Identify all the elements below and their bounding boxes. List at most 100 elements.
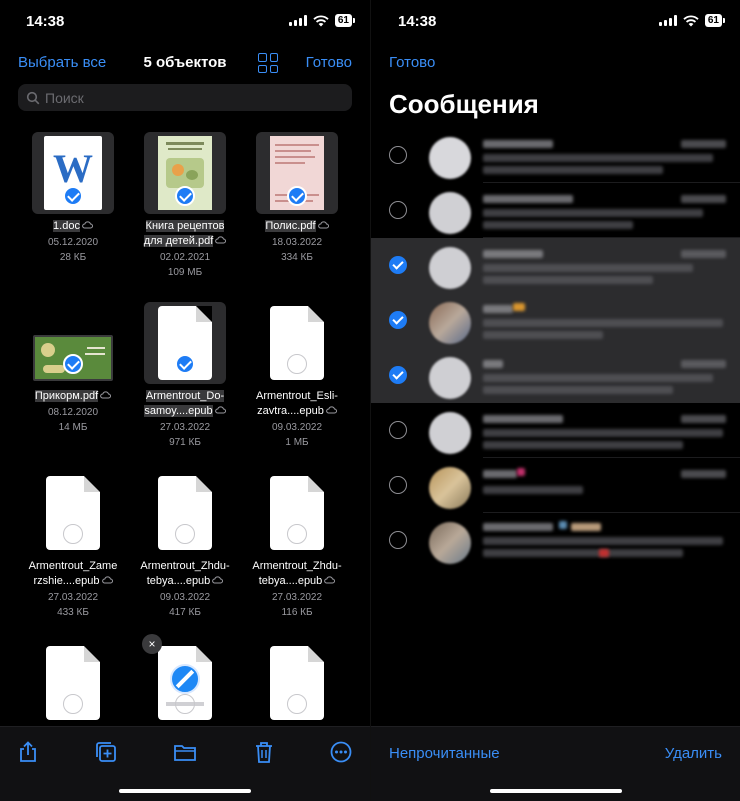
file-item[interactable]: ×: [130, 634, 240, 724]
file-size: 28 КБ: [59, 252, 87, 263]
unselected-circle-icon: [175, 524, 195, 544]
file-name-line-1: Armentrout_Zhdu-: [252, 560, 342, 572]
file-name-line-2: zavtra....epub: [257, 405, 324, 417]
avatar: [429, 522, 471, 564]
file-size: 109 МБ: [167, 267, 203, 278]
file-item[interactable]: Книга рецептов для детей.pdf 02.02.2021 1…: [130, 132, 240, 279]
conversation-row[interactable]: [371, 183, 740, 238]
file-item[interactable]: [18, 642, 128, 724]
wifi-icon: [683, 14, 699, 26]
conversation-row[interactable]: [371, 128, 740, 183]
selection-circle-icon[interactable]: [389, 531, 407, 549]
file-thumbnail: W: [32, 132, 114, 214]
unselected-circle-icon: [287, 524, 307, 544]
wifi-icon: [313, 14, 329, 26]
trash-icon[interactable]: [253, 741, 275, 763]
search-icon: [26, 91, 40, 104]
file-date: 09.03.2022: [159, 592, 211, 603]
svg-text:W: W: [53, 146, 93, 190]
selected-check-icon[interactable]: [389, 311, 407, 329]
selected-check-icon: [63, 354, 83, 374]
unselected-circle-icon: [63, 694, 83, 714]
file-name-line-2: tebya....epub: [258, 575, 323, 587]
battery-icon: 61: [334, 14, 356, 27]
file-item[interactable]: W 1.doc 05.12.2020 28 КБ: [18, 132, 128, 264]
file-thumbnail: [256, 132, 338, 214]
avatar: [429, 467, 471, 509]
file-name-line-2: tebya....epub: [146, 575, 211, 587]
file-size: 433 КБ: [57, 607, 89, 618]
cloud-download-icon: [100, 391, 112, 399]
conversation-row[interactable]: [371, 238, 740, 293]
conversation-row[interactable]: [371, 403, 740, 458]
file-date: 09.03.2022: [271, 422, 323, 433]
selection-circle-icon[interactable]: [389, 146, 407, 164]
file-name-line-1: Книга рецептов: [145, 220, 225, 232]
file-name-line-1: Armentrout_Zhdu-: [140, 560, 230, 572]
file-thumbnail: [144, 472, 226, 554]
conversation-row[interactable]: [371, 348, 740, 403]
file-name-line-1: Armentrout_Zame: [28, 560, 118, 572]
selection-circle-icon[interactable]: [389, 421, 407, 439]
status-time: 14:38: [398, 13, 437, 30]
avatar: [429, 192, 471, 234]
grid-view-icon[interactable]: [258, 53, 278, 73]
cellular-signal-icon: [658, 15, 677, 26]
cloud-download-icon: [82, 221, 93, 229]
file-name-line-2: для детей.pdf: [143, 235, 214, 247]
file-item[interactable]: [242, 642, 352, 724]
battery-icon: 61: [704, 14, 726, 27]
selection-circle-icon[interactable]: [389, 476, 407, 494]
file-thumbnail: [32, 472, 114, 554]
files-panel: 14:38 61 Выбрать все 5 объектов Готово П…: [0, 0, 370, 801]
cloud-download-icon: [215, 236, 227, 244]
selected-check-icon[interactable]: [389, 366, 407, 384]
file-date: 18.03.2022: [271, 237, 323, 248]
file-item[interactable]: Armentrout_Zhdu-tebya....epub 27.03.2022…: [242, 472, 352, 619]
status-time: 14:38: [26, 13, 65, 30]
selected-check-icon: [63, 186, 83, 206]
file-size: 334 КБ: [281, 252, 313, 263]
search-field[interactable]: Поиск: [18, 84, 352, 111]
conversation-row[interactable]: [371, 293, 740, 348]
file-item[interactable]: Полис.pdf 18.03.2022 334 КБ: [242, 132, 352, 264]
file-date: 08.12.2020: [47, 407, 99, 418]
word-document-icon: W: [53, 146, 93, 190]
file-thumbnail: [256, 302, 338, 384]
add-copy-icon[interactable]: [95, 741, 117, 763]
file-item[interactable]: Armentrout_Zame rzshie....epub 27.03.2022…: [18, 472, 128, 619]
delete-button[interactable]: Удалить: [665, 745, 722, 762]
file-date: 05.12.2020: [47, 237, 99, 248]
file-item[interactable]: Armentrout_Esli-zavtra....epub 09.03.202…: [242, 302, 352, 449]
cloud-download-icon: [214, 406, 226, 414]
cloud-download-icon: [212, 576, 224, 584]
conversation-row[interactable]: [371, 513, 740, 568]
file-thumbnail: [144, 132, 226, 214]
home-indicator[interactable]: [489, 789, 622, 793]
search-placeholder: Поиск: [45, 89, 84, 106]
avatar: [429, 412, 471, 454]
home-indicator[interactable]: [119, 789, 251, 793]
file-item[interactable]: Прикорм.pdf 08.12.2020 14 МБ: [18, 302, 128, 434]
more-icon[interactable]: [330, 741, 352, 763]
mark-unread-button[interactable]: Непрочитанные: [389, 745, 500, 762]
file-thumbnail: [32, 642, 114, 724]
file-item[interactable]: Armentrout_Do-samoy....epub 27.03.2022 9…: [130, 302, 240, 449]
file-size: 14 МБ: [58, 422, 88, 433]
conversation-row[interactable]: [371, 458, 740, 513]
remove-badge-icon[interactable]: ×: [142, 634, 162, 654]
file-date: 27.03.2022: [47, 592, 99, 603]
file-size: 971 КБ: [169, 437, 201, 448]
done-button[interactable]: Готово: [389, 54, 435, 71]
folder-icon[interactable]: [174, 741, 196, 763]
file-date: 02.02.2021: [159, 252, 211, 263]
file-name: Полис.pdf: [265, 220, 316, 232]
file-item[interactable]: Armentrout_Zhdu-tebya....epub 09.03.2022…: [130, 472, 240, 619]
selection-circle-icon[interactable]: [389, 201, 407, 219]
selected-check-icon[interactable]: [389, 256, 407, 274]
done-button[interactable]: Готово: [306, 54, 352, 71]
share-icon[interactable]: [17, 741, 39, 763]
file-date: 27.03.2022: [271, 592, 323, 603]
file-name: Прикорм.pdf: [34, 390, 99, 402]
avatar: [429, 247, 471, 289]
